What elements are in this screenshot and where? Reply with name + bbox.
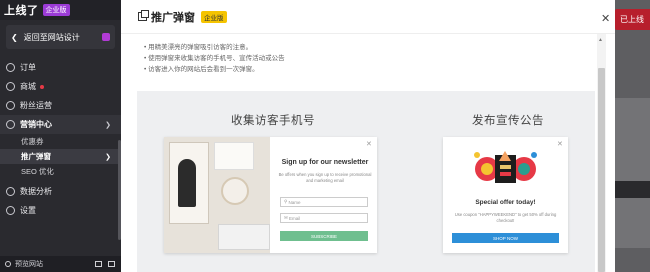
modal-title: 推广弹窗 <box>151 11 195 24</box>
analytics-icon <box>6 187 15 196</box>
offer-desc: Use coupon "HAPPYWEEKEND" to get 50% off… <box>454 212 557 223</box>
close-icon[interactable]: ✕ <box>601 12 610 25</box>
announcement-template-card[interactable]: ✕ Special offer today! Use coupon "HAPPY… <box>443 137 568 253</box>
backdrop-panel <box>615 98 650 248</box>
feature-list: 用精美漂亮的弹窗吸引访客的注意。 使用弹窗来收集访客的手机号、宣传活动或公告 访… <box>144 42 285 75</box>
plan-badge: 企业版 <box>42 4 70 16</box>
close-icon: ✕ <box>557 141 563 148</box>
festive-graphic <box>474 151 537 183</box>
sidebar-item-shop[interactable]: 商城 <box>0 77 121 96</box>
sidebar-item-orders[interactable]: 订单 <box>0 58 121 77</box>
sidebar-item-marketing[interactable]: 营销中心 ❯ <box>0 115 121 134</box>
shop-icon <box>6 82 15 91</box>
list-item: 访客进入你的网站后会看到一次弹窗。 <box>144 64 285 75</box>
popup-icon <box>138 10 149 21</box>
close-icon: ✕ <box>366 141 372 148</box>
sidebar-item-analytics[interactable]: 数据分析 <box>0 182 121 201</box>
scroll-up-icon[interactable]: ▲ <box>598 37 603 43</box>
newsletter-heading: Sign up for our newsletter <box>281 159 369 166</box>
modal-header: 推广弹窗 企业版 <box>121 0 615 34</box>
notification-dot <box>40 84 44 89</box>
backdrop-strip <box>615 181 650 198</box>
preview-site-link[interactable]: 预览网站 <box>15 259 43 269</box>
list-item: 用精美漂亮的弹窗吸引访客的注意。 <box>144 42 285 53</box>
back-to-site-design-button[interactable]: ❮ 返回至网站设计 <box>6 25 115 49</box>
list-item: 使用弹窗来收集访客的手机号、宣传活动或公告 <box>144 53 285 64</box>
submenu-item-popups[interactable]: 推广弹窗 ❯ <box>0 149 121 164</box>
shop-now-button: SHOP NOW <box>452 233 559 243</box>
announcement-heading: 发布宣传公告 <box>472 115 544 127</box>
app-logo[interactable]: 上线了 <box>4 2 39 18</box>
sidebar-footer: 预览网站 <box>0 256 121 272</box>
promo-popup-modal: 推广弹窗 企业版 ✕ 用精美漂亮的弹窗吸引访客的注意。 使用弹窗来收集访客的手机… <box>121 0 615 272</box>
newsletter-template-card[interactable]: ✕ Sign up for our newsletter Be offers w… <box>164 137 377 253</box>
chevron-left-icon: ❮ <box>11 32 18 42</box>
submenu-item-seo[interactable]: SEO 优化 <box>0 164 121 179</box>
collect-phone-heading: 收集访客手机号 <box>231 115 315 127</box>
order-icon <box>6 63 15 72</box>
newsletter-desc: Be offers when you sign up to receive pr… <box>278 172 372 183</box>
fans-icon <box>6 101 15 110</box>
desk-photo <box>164 137 270 253</box>
mobile-icon[interactable] <box>108 261 115 267</box>
design-icon <box>102 33 110 41</box>
desktop-icon[interactable] <box>95 261 102 267</box>
sidebar-item-settings[interactable]: 设置 <box>0 201 121 220</box>
name-field: ⚲ Name <box>280 197 368 207</box>
subscribe-button: SUBSCRIBE <box>280 231 368 241</box>
preview-icon <box>5 261 11 267</box>
chevron-right-icon: ❯ <box>105 153 111 161</box>
publish-button[interactable]: 已上线 <box>615 9 650 30</box>
sidebar-nav: 订单 商城 粉丝运营 营销中心 ❯ 优惠券 推广弹窗 ❯ SEO 优化 数据分析 <box>0 58 121 220</box>
gear-icon <box>6 206 15 215</box>
sidebar: 上线了 企业版 ❮ 返回至网站设计 订单 商城 粉丝运营 营销中心 ❯ 优惠券 <box>0 0 121 272</box>
plan-tag: 企业版 <box>201 10 227 23</box>
sidebar-header: 上线了 企业版 <box>0 0 121 20</box>
offer-heading: Special offer today! <box>475 199 536 206</box>
submenu-item-coupons[interactable]: 优惠券 <box>0 134 121 149</box>
modal-scroll-thumb[interactable] <box>598 68 605 272</box>
chevron-down-icon: ❯ <box>105 121 111 129</box>
sidebar-item-fans[interactable]: 粉丝运营 <box>0 96 121 115</box>
email-field: ✉ Email <box>280 213 368 223</box>
marketing-icon <box>6 120 15 129</box>
back-label: 返回至网站设计 <box>23 32 80 42</box>
